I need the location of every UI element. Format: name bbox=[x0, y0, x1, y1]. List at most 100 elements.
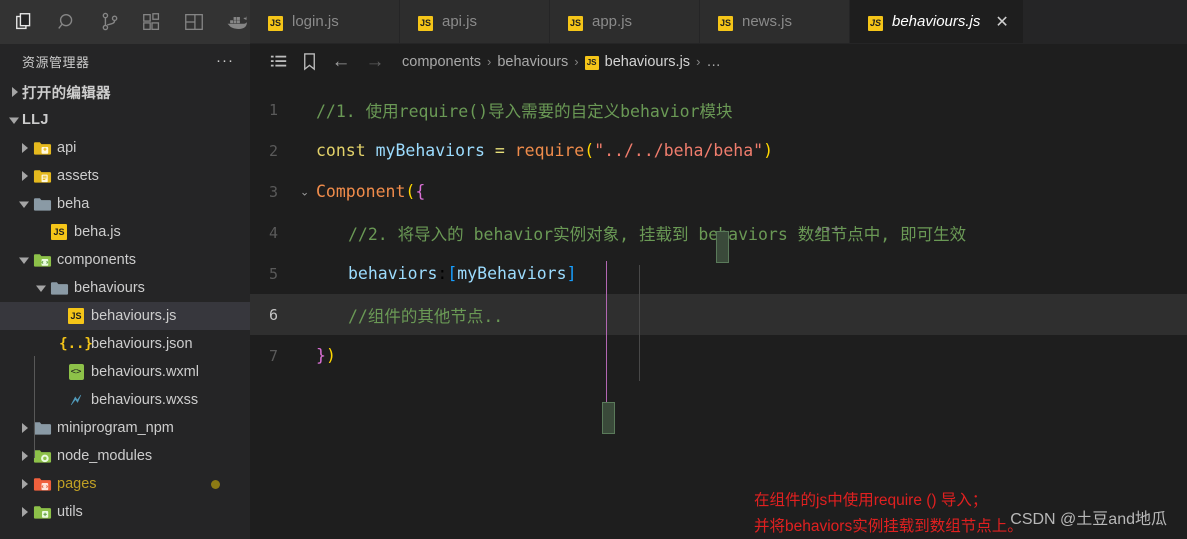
line-number: 1 bbox=[268, 100, 278, 119]
json-icon: {..} bbox=[59, 335, 93, 353]
tree-item-label: utils bbox=[57, 504, 83, 520]
tree-item-label: beha bbox=[57, 196, 90, 212]
tree-item-node_modules[interactable]: node_modules bbox=[0, 442, 250, 470]
inlay-hint: ••• bbox=[816, 223, 841, 237]
editor-scrollbar[interactable] bbox=[1173, 79, 1187, 539]
tree-item-miniprogram_npm[interactable]: miniprogram_npm bbox=[0, 414, 250, 442]
chevron-right-icon[interactable] bbox=[16, 168, 32, 184]
tree-item-label: beha.js bbox=[74, 224, 121, 240]
tab-news-js[interactable]: JS news.js bbox=[700, 0, 850, 43]
tree-item-label: behaviours.wxss bbox=[91, 392, 199, 408]
chevron-down-icon[interactable] bbox=[33, 280, 49, 296]
tree-item-label: behaviours.json bbox=[91, 336, 193, 352]
nav-forward-button[interactable]: → bbox=[358, 51, 392, 73]
folder-api bbox=[32, 139, 52, 157]
chevron-down-icon[interactable] bbox=[6, 112, 22, 128]
bracket-match-close bbox=[602, 402, 615, 434]
breadcrumb-item[interactable]: components bbox=[402, 54, 481, 70]
breadcrumb-item[interactable]: … bbox=[706, 54, 721, 70]
code-text: //1. 使用require()导入需要的自定义behavior模块 bbox=[316, 101, 733, 121]
tree-item-[interactable]: 打开的编辑器 bbox=[0, 78, 250, 106]
close-icon[interactable]: ✕ bbox=[995, 12, 1008, 32]
tree-item-behaviours.js[interactable]: JS behaviours.js bbox=[0, 302, 250, 330]
folder-components bbox=[32, 251, 52, 269]
js-icon: JS bbox=[584, 53, 599, 70]
code-editor[interactable]: 1 //1. 使用require()导入需要的自定义behavior模块 2 cons… bbox=[250, 79, 1187, 539]
js-icon: JS bbox=[418, 15, 433, 31]
tree-item-behaviours.wxss[interactable]: 🗲 behaviours.wxss bbox=[0, 386, 250, 414]
tree-item-utils[interactable]: utils bbox=[0, 498, 250, 526]
editor-indent-guide bbox=[639, 265, 640, 381]
chevron-down-icon[interactable] bbox=[16, 252, 32, 268]
tree-item-beha[interactable]: beha bbox=[0, 190, 250, 218]
tree-item-pages[interactable]: pages bbox=[0, 470, 250, 498]
docker-icon[interactable] bbox=[224, 7, 250, 37]
bookmark-icon[interactable] bbox=[294, 50, 324, 74]
wxss-icon: 🗲 bbox=[71, 391, 81, 409]
explorer-title-label: 资源管理器 bbox=[22, 54, 90, 70]
code-text: const myBehaviors = require("../../beha/… bbox=[316, 141, 774, 160]
chevron-right-icon[interactable] bbox=[16, 476, 32, 492]
folder-grey bbox=[32, 419, 52, 437]
code-line[interactable]: 6 //组件的其他节点.. bbox=[250, 294, 1187, 335]
tree-item-label: pages bbox=[57, 476, 97, 492]
chevron-right-icon[interactable] bbox=[16, 420, 32, 436]
tree-item-label: behaviours bbox=[74, 280, 145, 296]
explorer-icon[interactable] bbox=[12, 7, 38, 37]
outline-icon[interactable] bbox=[264, 50, 294, 74]
js-icon: JS bbox=[568, 15, 583, 31]
tree-item-behaviours.wxml[interactable]: <> behaviours.wxml bbox=[0, 358, 250, 386]
code-line[interactable]: 2 const myBehaviors = require("../../beha… bbox=[250, 130, 1187, 171]
tree-item-components[interactable]: components bbox=[0, 246, 250, 274]
folder-pages bbox=[32, 475, 52, 493]
tree-item-assets[interactable]: assets bbox=[0, 162, 250, 190]
breadcrumb-item[interactable]: JS behaviours.js bbox=[584, 53, 690, 70]
code-line[interactable]: 1 //1. 使用require()导入需要的自定义behavior模块 bbox=[250, 89, 1187, 130]
explorer-more-actions-button[interactable]: ··· bbox=[216, 53, 234, 68]
tab-login-js[interactable]: JS login.js bbox=[250, 0, 400, 43]
tab-app-js[interactable]: JS app.js bbox=[550, 0, 700, 43]
tab-behaviours-js[interactable]: JS behaviours.js ✕ bbox=[850, 0, 1024, 43]
code-text: //组件的其他节点.. bbox=[348, 306, 504, 326]
chevron-right-icon[interactable] bbox=[6, 84, 22, 100]
tree-item-api[interactable]: api bbox=[0, 134, 250, 162]
tab-label: api.js bbox=[442, 13, 478, 30]
tree-item-LLJ[interactable]: LLJ bbox=[0, 106, 250, 134]
layout-icon[interactable] bbox=[181, 7, 207, 37]
code-line[interactable]: 7}) bbox=[250, 335, 1187, 376]
chevron-down-icon[interactable] bbox=[16, 196, 32, 212]
chevron-right-icon[interactable] bbox=[16, 448, 32, 464]
folder-utils bbox=[32, 503, 52, 521]
extensions-icon[interactable] bbox=[139, 7, 165, 37]
fold-chevron-down-icon[interactable]: ⌄ bbox=[300, 185, 309, 198]
tree-item-label: api bbox=[57, 140, 77, 156]
chevron-right-icon[interactable] bbox=[16, 504, 32, 520]
line-number: 5 bbox=[268, 264, 278, 283]
code-text: behaviors:[myBehaviors] bbox=[348, 264, 577, 283]
code-text: }) bbox=[316, 346, 336, 365]
source-control-icon[interactable] bbox=[97, 7, 123, 37]
js-icon: JS bbox=[868, 13, 883, 31]
tree-item-behaviours.json[interactable]: {..} behaviours.json bbox=[0, 330, 250, 358]
editor-group: JS login.js JS api.js JS app.js JS news.js JS beh… bbox=[250, 0, 1187, 539]
explorer-panel: 资源管理器 ··· 打开的编辑器 LLJ api assets beha JS beha.j… bbox=[0, 0, 250, 539]
tab-api-js[interactable]: JS api.js bbox=[400, 0, 550, 43]
wxml-icon: <> bbox=[68, 364, 84, 380]
wxml-icon: <> bbox=[66, 363, 86, 381]
tree-item-label: behaviours.js bbox=[91, 308, 177, 324]
tree-item-behaviours[interactable]: behaviours bbox=[0, 274, 250, 302]
breadcrumb-item[interactable]: behaviours bbox=[497, 54, 568, 70]
file-tree: 打开的编辑器 LLJ api assets beha JS beha.js component… bbox=[0, 78, 250, 526]
search-icon[interactable] bbox=[54, 7, 80, 37]
tree-item-beha.js[interactable]: JS beha.js bbox=[0, 218, 250, 246]
line-number: 2 bbox=[268, 141, 278, 160]
chevron-right-icon[interactable] bbox=[16, 140, 32, 156]
code-line[interactable]: 3 ⌄ Component({ bbox=[250, 171, 1187, 212]
nav-back-button[interactable]: ← bbox=[324, 51, 358, 73]
line-number: 7 bbox=[268, 346, 278, 365]
breadcrumb-separator: › bbox=[487, 54, 492, 69]
vscode-window: 资源管理器 ··· 打开的编辑器 LLJ api assets beha JS beha.j… bbox=[0, 0, 1187, 539]
tab-label: news.js bbox=[742, 13, 793, 30]
red-annotation-text: 在组件的js中使用require () 导入； 并将behaviors实例挂载到… bbox=[754, 488, 1023, 539]
tab-label: login.js bbox=[292, 13, 339, 30]
